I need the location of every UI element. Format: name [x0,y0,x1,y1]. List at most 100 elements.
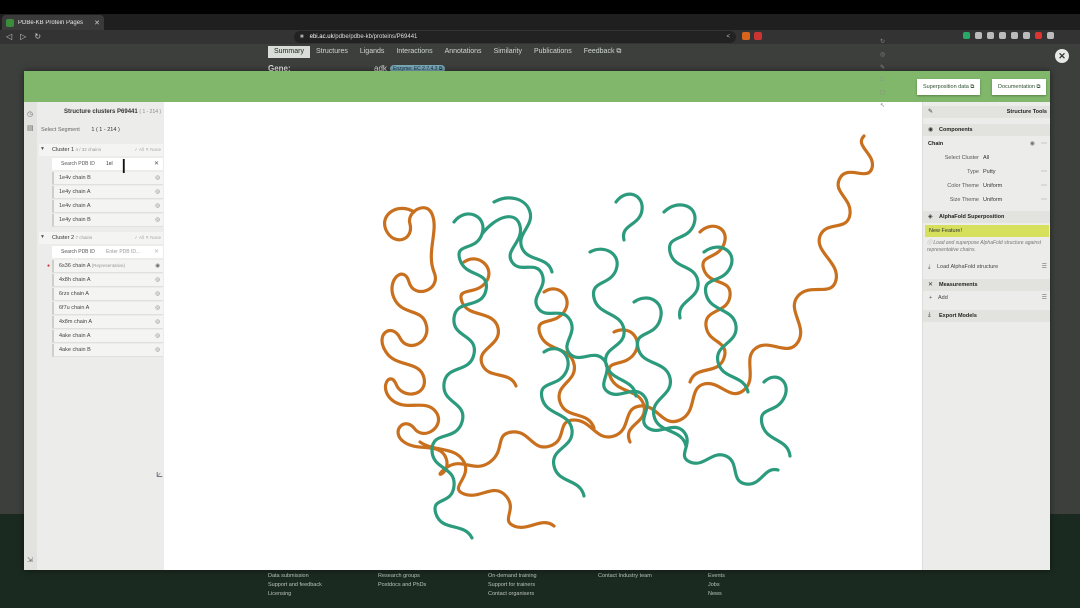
size-theme-row[interactable]: Size Theme Uniform ⋯ [923,194,1050,206]
visibility-off-icon[interactable]: ◎ [155,217,160,223]
browser-tab[interactable]: PDBe-KB Protein Pages ✕ [2,15,104,30]
list-options-icon[interactable]: ☰ [1042,294,1047,301]
rewards-icon[interactable] [754,32,762,40]
wrench-icon: ✎ [928,109,934,115]
row-value[interactable]: All [983,155,989,161]
add-measurement-button[interactable]: Add [938,295,948,301]
more-options-icon[interactable]: ⋯ [1041,168,1047,175]
row-value[interactable]: Putty [983,169,996,175]
profile-icon[interactable] [1035,32,1042,39]
address-bar[interactable]: ■ ebi.ac.uk/pdbe/pdbe-kb/proteins/P69441… [294,31,736,43]
clear-search-icon[interactable]: ✕ [154,248,159,255]
chain-component-row[interactable]: Chain ◉ ⋯ [923,138,1050,150]
alphafold-note: ⓘ Load and superpose AlphaFold structure… [927,240,1047,254]
select-cluster-row[interactable]: Select Cluster All [923,152,1050,164]
share-icon[interactable]: < [726,34,730,40]
expand-icon[interactable]: □ [880,77,886,83]
load-alphafold-row[interactable]: ⤓ Load AlphaFold structure ☰ [923,261,1050,273]
measurements-header[interactable]: ✕ Measurements [923,279,1050,291]
forward-icon[interactable]: ▷ [20,31,26,43]
tab-close-icon[interactable]: ✕ [94,19,100,27]
chain-row[interactable]: 1e4y chain A ◎ [52,186,163,199]
selection-mode-icon[interactable]: ↖ [880,102,886,109]
visibility-off-icon[interactable]: ◎ [155,333,160,339]
export-models-header[interactable]: ⤓ Export Models [923,310,1050,322]
visibility-off-icon[interactable]: ◎ [155,277,160,283]
list-options-icon[interactable]: ☰ [1042,263,1047,270]
chain-row[interactable]: 1e4v chain B ◎ [52,172,163,185]
chain-row[interactable]: 4x8m chain A ◎ [52,316,163,329]
load-alphafold-button[interactable]: Load AlphaFold structure [937,264,998,270]
chain-row[interactable]: 1e4y chain B ◎ [52,214,163,227]
visibility-on-icon[interactable]: ◉ [155,263,160,269]
layers-icon[interactable]: ▤ [27,124,34,132]
reset-camera-icon[interactable]: ↻ [880,38,886,45]
row-value[interactable]: Uniform [983,183,1002,189]
footer-link: On-demand training [488,573,537,579]
extension-1-icon[interactable] [963,32,970,39]
segment-value[interactable]: 1 ( 1 - 214 ) [91,127,119,133]
visibility-off-icon[interactable]: ◎ [155,203,160,209]
text-cursor-icon: I [121,156,127,178]
segment-selector[interactable]: Select Segment 1 ( 1 - 214 ) [41,127,120,133]
extension-6-icon[interactable] [1023,32,1030,39]
pdb-search-input[interactable]: Enter PDB ID... [106,249,140,255]
visibility-off-icon[interactable]: ◎ [155,175,160,181]
reload-icon[interactable]: ↻ [34,31,41,43]
visibility-off-icon[interactable]: ◎ [155,347,160,353]
menu-icon[interactable] [1047,32,1054,39]
settings-icon[interactable]: ✎ [880,64,886,71]
superposition-data-button[interactable]: Superposition data ⧉ [917,79,981,95]
cluster-1-search[interactable]: Search PDB ID 1el ✕ [52,158,163,170]
extension-5-icon[interactable] [1011,32,1018,39]
clear-search-icon[interactable]: ✕ [154,160,159,167]
visibility-off-icon[interactable]: ◎ [155,319,160,325]
alphafold-header[interactable]: ◈ AlphaFold Superposition [923,211,1050,223]
footer-link: Support for trainers [488,582,536,588]
more-options-icon[interactable]: ⋯ [1041,140,1047,147]
resize-panel-icon[interactable]: ⇲ [27,556,33,564]
cluster-select-actions[interactable]: ✓ All ✕ None [134,235,161,241]
extension-4-icon[interactable] [999,32,1006,39]
more-options-icon[interactable]: ⋯ [1041,182,1047,189]
structure-tools-header: ✎ Structure Tools [923,106,1050,118]
modal-close-button[interactable]: ✕ [1055,49,1069,63]
representative-marker-icon: ● [47,263,51,269]
type-row[interactable]: Type Putty ⋯ [923,166,1050,178]
visibility-icon[interactable]: ◉ [1030,140,1035,147]
history-icon[interactable]: ◷ [27,110,33,118]
extension-3-icon[interactable] [987,32,994,39]
screenshot-icon[interactable]: ◎ [880,51,886,58]
documentation-button[interactable]: Documentation ⧉ [992,79,1047,95]
cluster-2-search[interactable]: Search PDB ID Enter PDB ID... ✕ [52,246,163,258]
chain-row[interactable]: ● 6s36 chain A (Representative) ◉ [47,260,163,273]
more-options-icon[interactable]: ⋯ [1041,196,1047,203]
chain-row[interactable]: 4ake chain A ◎ [52,330,163,343]
extension-2-icon[interactable] [975,32,982,39]
row-value[interactable]: Uniform [983,197,1002,203]
chain-row[interactable]: 6f7u chain A ◎ [52,302,163,315]
visibility-off-icon[interactable]: ◎ [155,189,160,195]
chain-row[interactable]: 6rzx chain A ◎ [52,288,163,301]
molstar-3d-viewer[interactable] [164,102,922,570]
cluster-1-header[interactable]: ▼ Cluster 1 4 / 32 chains ✓ All ✕ None [39,144,163,156]
screen: PDBe-KB Protein Pages ✕ + ◁ ▷ ↻ ■ ebi.ac… [0,0,1080,608]
cluster-select-actions[interactable]: ✓ All ✕ None [134,147,161,153]
chain-row[interactable]: 1e4v chain A ◎ [52,200,163,213]
collapse-caret-icon[interactable]: ▼ [40,234,45,240]
add-measurement-row[interactable]: + Add ☰ [923,292,1050,304]
toggle-icon[interactable]: ▢ [880,89,886,96]
chain-row[interactable]: 4ake chain B ◎ [52,344,163,357]
components-header[interactable]: ◉ Components [923,124,1050,136]
cluster-2-header[interactable]: ▼ Cluster 2 7 chains ✓ All ✕ None [39,232,163,244]
visibility-off-icon[interactable]: ◎ [155,305,160,311]
visibility-off-icon[interactable]: ◎ [155,291,160,297]
chain-row[interactable]: 4x8h chain A ◎ [52,274,163,287]
url-path: /pdbe/pdbe-kb/proteins/P69441 [333,34,418,40]
brave-shield-icon[interactable] [742,32,750,40]
pdb-search-input[interactable]: 1el [106,161,113,167]
color-theme-row[interactable]: Color Theme Uniform ⋯ [923,180,1050,192]
collapse-caret-icon[interactable]: ▼ [40,146,45,152]
segment-label: Select Segment [41,127,80,133]
back-icon[interactable]: ◁ [6,31,12,43]
